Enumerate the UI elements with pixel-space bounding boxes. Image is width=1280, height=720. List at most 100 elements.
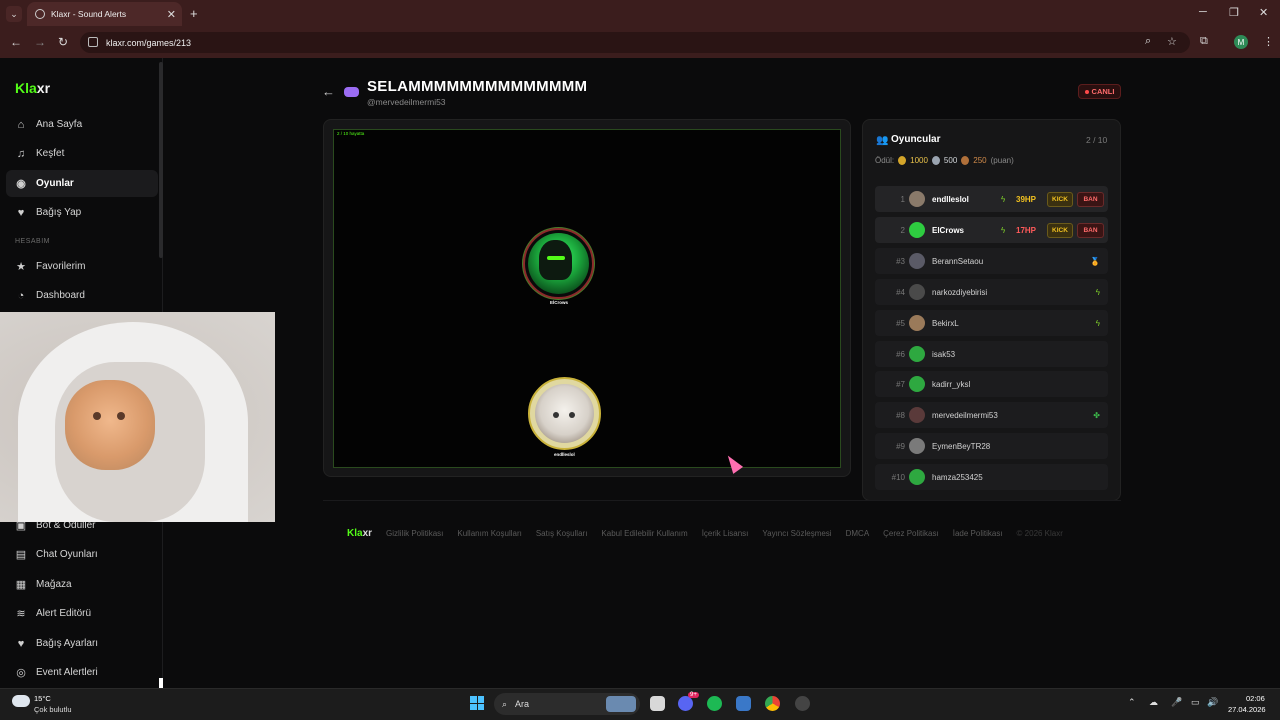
site-info-icon[interactable] bbox=[88, 37, 98, 47]
cactus-icon: ✤ bbox=[1093, 410, 1100, 420]
ban-button[interactable]: BAN bbox=[1077, 191, 1104, 207]
footer-link[interactable]: Yayıncı Sözleşmesi bbox=[762, 529, 831, 538]
taskbar-search[interactable]: ⌕ Ara bbox=[494, 693, 640, 715]
kick-button[interactable]: KICK bbox=[1047, 191, 1073, 207]
footer-link[interactable]: Çerez Politikası bbox=[883, 529, 939, 538]
hp-value: 17HP bbox=[1016, 225, 1037, 235]
microphone-icon[interactable]: 🎤 bbox=[1171, 697, 1182, 708]
avatar bbox=[909, 346, 925, 362]
sidebar-item-store[interactable]: ▦ Mağaza bbox=[6, 571, 158, 598]
home-icon: ⌂ bbox=[17, 118, 25, 131]
tab-title: Klaxr - Sound Alerts bbox=[51, 9, 127, 19]
sidebar-item-favorites[interactable]: ★ Favorilerim bbox=[6, 253, 158, 280]
lightning-icon: ϟ bbox=[1095, 287, 1100, 297]
sidebar-scrollbar[interactable] bbox=[159, 62, 163, 258]
copyright: © 2026 Klaxr bbox=[1016, 529, 1063, 538]
app-icon[interactable] bbox=[736, 696, 751, 711]
weather-status[interactable]: Çok bulutlu bbox=[34, 705, 72, 714]
tab-search-icon[interactable]: ⌄ bbox=[6, 6, 22, 22]
clock-date[interactable]: 27.04.2026 bbox=[1228, 705, 1266, 714]
sidebar-item-explore[interactable]: ♫ Keşfet bbox=[6, 140, 158, 167]
footer-link[interactable]: İade Politikası bbox=[953, 529, 1003, 538]
avatar bbox=[909, 284, 925, 300]
player-token-endlleslol bbox=[528, 377, 601, 450]
windows-taskbar bbox=[0, 688, 1280, 720]
discord-icon[interactable] bbox=[678, 696, 693, 711]
player-row: #3 BerannSetaou 🏅 bbox=[875, 248, 1108, 274]
account-section-label: HESABIM bbox=[15, 238, 51, 245]
game-app-icon[interactable] bbox=[795, 696, 810, 711]
tab-close-icon[interactable]: ✕ bbox=[167, 8, 176, 21]
sidebar-item-home[interactable]: ⌂ Ana Sayfa bbox=[6, 111, 158, 138]
close-window-icon[interactable]: ✕ bbox=[1259, 6, 1268, 19]
sidebar-item-dashboard[interactable]: ◔ Dashboard bbox=[6, 282, 158, 309]
sidebar-item-donate[interactable]: ♥ Bağış Yap bbox=[6, 199, 158, 226]
sidebar-item-games[interactable]: ◉ Oyunlar bbox=[6, 170, 158, 197]
footer-link[interactable]: İçerik Lisansı bbox=[702, 529, 749, 538]
address-bar[interactable]: klaxr.com/games/213 bbox=[80, 32, 1190, 53]
minimize-icon[interactable]: ─ bbox=[1199, 6, 1207, 18]
gamepad-icon bbox=[344, 87, 359, 97]
player-row: #5 BekirxL ϟ bbox=[875, 310, 1108, 336]
zoom-icon[interactable]: ⌕ bbox=[1145, 35, 1151, 48]
star-icon: ★ bbox=[16, 261, 26, 273]
search-icon: ⌕ bbox=[502, 698, 508, 709]
footer-link[interactable]: Kabul Edilebilir Kullanım bbox=[601, 529, 687, 538]
discord-badge: 9+ bbox=[688, 692, 699, 698]
avatar bbox=[909, 438, 925, 454]
ban-button[interactable]: BAN bbox=[1077, 222, 1104, 238]
music-icon: ♫ bbox=[16, 147, 26, 160]
players-count: 2 / 10 bbox=[1086, 135, 1108, 145]
footer-divider bbox=[323, 500, 1121, 501]
spotify-icon[interactable] bbox=[707, 696, 722, 711]
player-row: 1 endlleslol ϟ 39HP KICK BAN bbox=[875, 186, 1108, 212]
extensions-icon[interactable]: ⧉ bbox=[1200, 35, 1208, 48]
weather-temp[interactable]: 15°C bbox=[34, 694, 51, 703]
network-icon[interactable]: ▭ bbox=[1191, 697, 1200, 708]
sidebar-scrollbar-thumb[interactable] bbox=[159, 678, 163, 688]
silver-medal-icon bbox=[931, 156, 940, 165]
klaxr-logo[interactable]: Klaxr bbox=[15, 80, 50, 96]
player-name-elcrows: ElCrows bbox=[550, 300, 569, 305]
cloud-icon[interactable] bbox=[12, 695, 30, 707]
sidebar-item-event-alerts[interactable]: ◎ Event Alertleri bbox=[6, 659, 158, 686]
gamepad-icon: ◉ bbox=[16, 178, 26, 190]
reload-icon[interactable]: ↻ bbox=[58, 35, 68, 49]
new-tab-icon[interactable]: + bbox=[190, 6, 198, 21]
heart-icon: ♥ bbox=[17, 637, 25, 650]
bronze-medal-icon bbox=[961, 156, 970, 165]
forward-icon[interactable]: → bbox=[34, 35, 46, 49]
browser-menu-icon[interactable]: ⋮ bbox=[1263, 35, 1274, 48]
lightning-icon: ϟ bbox=[1001, 194, 1006, 204]
profile-avatar[interactable]: M bbox=[1234, 35, 1248, 49]
footer-logo[interactable]: Klaxr bbox=[347, 528, 372, 539]
sidebar-item-alert-editor[interactable]: ≋ Alert Editörü bbox=[6, 600, 158, 627]
dashboard-icon: ◔ bbox=[17, 289, 25, 302]
kick-button[interactable]: KICK bbox=[1047, 222, 1073, 238]
footer-link[interactable]: Kullanım Koşulları bbox=[457, 529, 521, 538]
player-row: 2 ElCrows ϟ 17HP KICK BAN bbox=[875, 217, 1108, 243]
volume-icon[interactable]: 🔊 bbox=[1207, 697, 1218, 708]
back-arrow-icon[interactable]: ← bbox=[322, 84, 335, 99]
chevron-up-icon[interactable]: ⌃ bbox=[1128, 697, 1136, 708]
avatar bbox=[909, 253, 925, 269]
browser-tab[interactable]: Klaxr - Sound Alerts ✕ bbox=[27, 2, 182, 26]
bookmark-star-icon[interactable]: ☆ bbox=[1167, 35, 1177, 48]
player-row: #8 mervedeilmermi53 ✤ bbox=[875, 402, 1108, 428]
gold-medal-icon bbox=[898, 156, 907, 165]
sidebar-item-chat-games[interactable]: ▤ Chat Oyunları bbox=[6, 541, 158, 568]
avatar bbox=[909, 376, 925, 392]
streamer-username[interactable]: @mervedeilmermi53 bbox=[367, 97, 446, 107]
footer-link[interactable]: DMCA bbox=[846, 529, 870, 538]
sidebar-item-donation-settings[interactable]: ♥ Bağış Ayarları bbox=[6, 630, 158, 657]
clock-time[interactable]: 02:06 bbox=[1246, 694, 1265, 703]
back-icon[interactable]: ← bbox=[10, 35, 22, 49]
maximize-icon[interactable]: ❐ bbox=[1229, 6, 1239, 19]
chrome-icon[interactable] bbox=[765, 696, 780, 711]
footer-link[interactable]: Gizlilik Politikası bbox=[386, 529, 443, 538]
onedrive-icon[interactable]: ☁ bbox=[1149, 697, 1158, 708]
avatar bbox=[909, 222, 925, 238]
footer-link[interactable]: Satış Koşulları bbox=[536, 529, 588, 538]
task-view-icon[interactable] bbox=[650, 696, 665, 711]
windows-start-icon[interactable] bbox=[470, 696, 484, 710]
